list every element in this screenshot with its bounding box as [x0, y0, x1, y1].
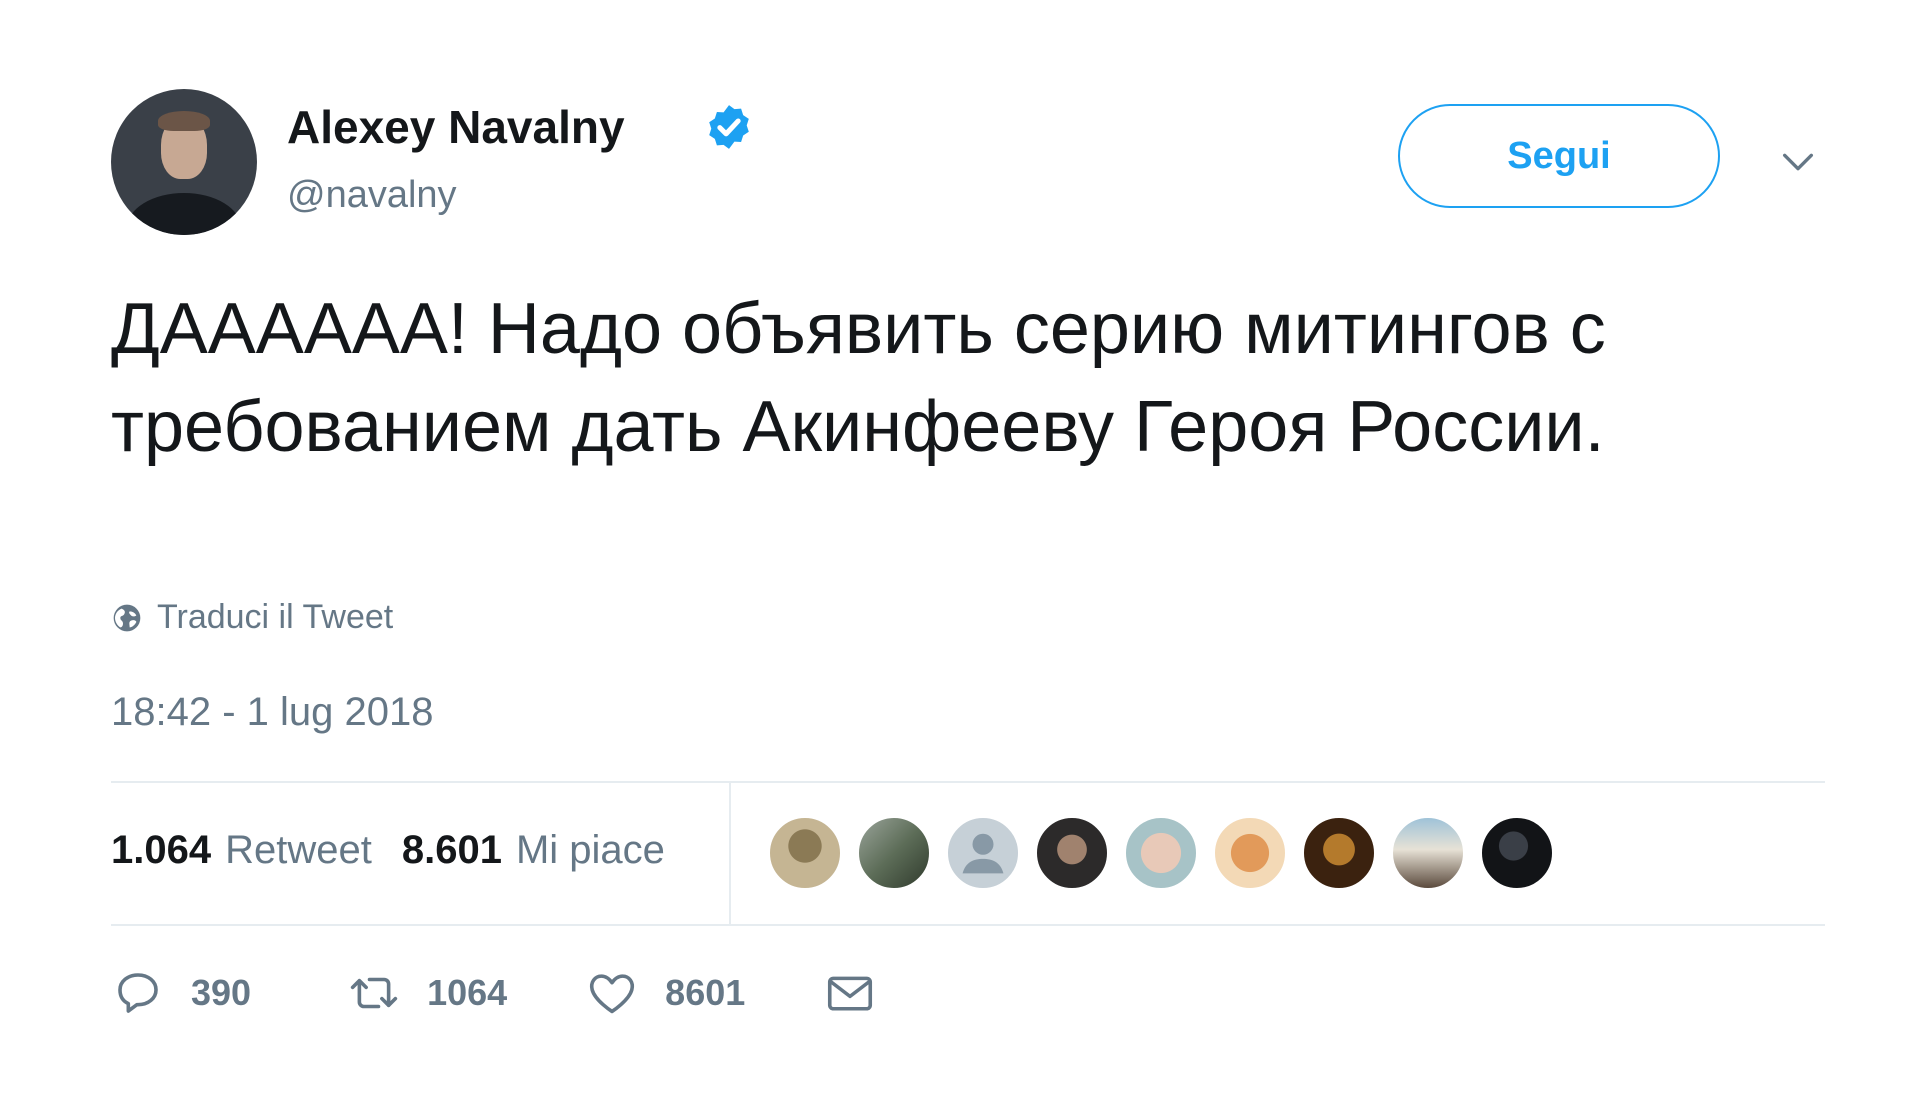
tweet-card: Alexey Navalny @navalny Segui ДАААААА! Н… [0, 0, 1920, 1095]
stats-divider-top [111, 781, 1825, 783]
tweet-text: ДАААААА! Надо объявить серию митингов с … [111, 289, 1606, 467]
retweets-label: Retweet [225, 828, 372, 872]
reply-count: 390 [191, 972, 252, 1013]
reply-action[interactable]: 390 [111, 966, 251, 1020]
tweet-timestamp[interactable]: 18:42 - 1 lug 2018 [111, 690, 433, 735]
stats-divider-bottom [111, 924, 1825, 926]
heart-icon [590, 974, 635, 1014]
retweet-action[interactable]: 1064 [347, 966, 507, 1020]
likes-count: 8.601 [401, 828, 502, 872]
likes-label: Mi piace [515, 828, 665, 872]
avatar-shoulders [127, 193, 241, 235]
translate-tweet-link[interactable]: Traduci il Tweet [111, 598, 393, 637]
retweet-count: 1064 [427, 972, 508, 1013]
verified-badge-icon [709, 105, 749, 149]
tweet-stats: 1.064 Retweet 8.601 Mi piace [111, 828, 665, 873]
like-count: 8601 [665, 972, 746, 1013]
author-name[interactable]: Alexey Navalny [287, 100, 625, 154]
stats-divider-vertical [729, 782, 731, 924]
liker-avatars [768, 816, 1569, 890]
liker-avatar[interactable] [946, 816, 1020, 890]
like-action[interactable]: 8601 [585, 966, 745, 1020]
liker-avatar[interactable] [1302, 816, 1376, 890]
retweet-icon [350, 977, 398, 1009]
liker-avatar[interactable] [1213, 816, 1287, 890]
globe-icon [113, 604, 141, 631]
reply-bubble-icon [118, 973, 158, 1013]
author-avatar[interactable] [111, 89, 257, 235]
default-avatar-icon [962, 833, 1004, 874]
liker-avatar[interactable] [1124, 816, 1198, 890]
likes-stat[interactable]: 8.601 Mi piace [402, 828, 665, 873]
envelope-icon [828, 976, 873, 1011]
translate-label: Traduci il Tweet [157, 598, 394, 636]
liker-avatar[interactable] [1035, 816, 1109, 890]
liker-avatar[interactable] [768, 816, 842, 890]
follow-button[interactable]: Segui [1398, 104, 1720, 208]
author-handle[interactable]: @navalny [287, 174, 457, 217]
avatar-hair [158, 111, 210, 131]
direct-message-action[interactable] [823, 966, 877, 1020]
tweet-actions: 390 1064 8601 [111, 966, 877, 1020]
chevron-down-icon[interactable] [1778, 142, 1818, 182]
liker-avatar[interactable] [1480, 816, 1554, 890]
retweets-stat[interactable]: 1.064 Retweet [111, 828, 372, 873]
retweets-count: 1.064 [111, 828, 212, 872]
liker-avatar[interactable] [857, 816, 931, 890]
liker-avatar[interactable] [1391, 816, 1465, 890]
